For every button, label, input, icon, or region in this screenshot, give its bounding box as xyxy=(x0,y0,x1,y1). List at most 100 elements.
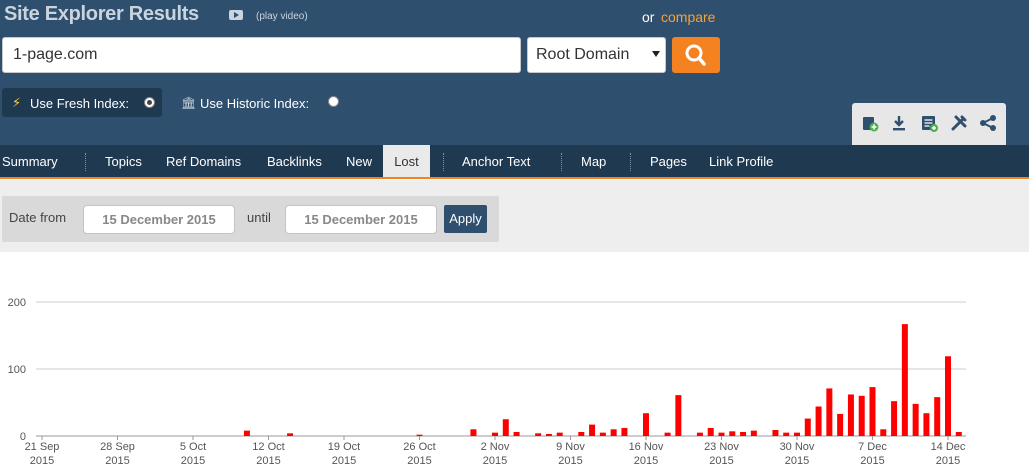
tab-new[interactable]: New xyxy=(346,145,372,177)
tools-icon[interactable] xyxy=(949,113,969,133)
scope-select[interactable]: Root Domain xyxy=(527,37,666,73)
tab-topics[interactable]: Topics xyxy=(105,145,142,177)
fresh-index-radio[interactable] xyxy=(144,97,155,108)
chart-bar[interactable] xyxy=(718,432,725,436)
tab-ref-domains[interactable]: Ref Domains xyxy=(166,145,241,177)
date-until-input[interactable]: 15 December 2015 xyxy=(285,205,437,234)
chart-bar[interactable] xyxy=(912,403,919,436)
chart-bar[interactable] xyxy=(578,431,585,436)
chart-bar[interactable] xyxy=(837,413,844,436)
tab-pages[interactable]: Pages xyxy=(650,145,687,177)
chart-bar[interactable] xyxy=(243,430,250,436)
chart-bar[interactable] xyxy=(750,430,757,436)
search-icon xyxy=(685,44,706,66)
chart-bar[interactable] xyxy=(556,432,563,436)
chart-bar[interactable] xyxy=(858,395,865,436)
until-label: until xyxy=(247,210,271,225)
chart-bar[interactable] xyxy=(815,406,822,436)
tab-backlinks[interactable]: Backlinks xyxy=(267,145,322,177)
historic-index-radio[interactable] xyxy=(328,96,339,107)
x-tick-label: 2 Nov 2015 xyxy=(481,441,510,467)
report-icon[interactable] xyxy=(919,113,939,133)
chart-bar[interactable] xyxy=(535,433,542,436)
x-tick-label: 21 Sep 2015 xyxy=(25,441,60,467)
chart-bar[interactable] xyxy=(847,394,854,436)
share-icon[interactable] xyxy=(978,113,998,133)
x-tick-label: 16 Nov 2015 xyxy=(629,441,664,467)
x-tick-label: 14 Dec 2015 xyxy=(931,441,966,467)
date-from-label: Date from xyxy=(9,210,67,225)
x-tick-label: 19 Oct 2015 xyxy=(328,441,360,467)
chart-bar[interactable] xyxy=(901,324,908,436)
y-tick-label: 100 xyxy=(8,364,26,376)
chart-bar[interactable] xyxy=(416,434,423,436)
chart-bar[interactable] xyxy=(794,432,800,436)
add-to-list-icon[interactable] xyxy=(860,113,880,133)
chart-bar[interactable] xyxy=(599,432,606,436)
download-icon[interactable] xyxy=(889,113,909,133)
chart-bar[interactable] xyxy=(470,429,477,436)
chart-bar[interactable] xyxy=(826,388,833,436)
chart-bar[interactable] xyxy=(772,429,779,436)
fresh-index-label: Use Fresh Index: xyxy=(30,96,129,111)
tab-anchor-text[interactable]: Anchor Text xyxy=(462,145,530,177)
x-tick-label: 30 Nov 2015 xyxy=(780,441,815,467)
tab-summary[interactable]: Summary xyxy=(2,145,58,177)
x-tick-label: 26 Oct 2015 xyxy=(403,441,435,467)
lightning-icon: ⚡ xyxy=(12,95,22,110)
chart-bar[interactable] xyxy=(513,431,520,436)
chart-bar[interactable] xyxy=(545,433,552,436)
page-title: Site Explorer Results xyxy=(4,3,199,25)
x-tick-label: 5 Oct 2015 xyxy=(180,441,206,467)
chart-bar[interactable] xyxy=(945,356,951,436)
scope-select-value: Root Domain xyxy=(536,46,630,63)
search-input[interactable] xyxy=(2,37,521,73)
chart-bar[interactable] xyxy=(934,397,941,436)
chart-bar[interactable] xyxy=(729,431,736,436)
x-tick-label: 7 Dec 2015 xyxy=(858,441,887,467)
fresh-index-option[interactable]: ⚡ Use Fresh Index: xyxy=(2,88,162,117)
chart-bar[interactable] xyxy=(664,432,671,436)
chart-bar[interactable] xyxy=(740,431,747,436)
compare-link[interactable]: compare xyxy=(661,9,715,25)
tab-lost[interactable]: Lost xyxy=(383,145,430,177)
header-bar: Site Explorer Results (play video) or co… xyxy=(0,0,1029,145)
chevron-down-icon xyxy=(652,51,660,57)
chart-bar[interactable] xyxy=(589,424,596,436)
chart-bar[interactable] xyxy=(783,432,790,436)
chart-bar[interactable] xyxy=(287,433,294,436)
date-from-input[interactable]: 15 December 2015 xyxy=(83,205,235,234)
x-tick-label: 23 Nov 2015 xyxy=(704,441,739,467)
search-button[interactable] xyxy=(672,37,720,73)
chart-bar[interactable] xyxy=(696,432,703,436)
apply-button[interactable]: Apply xyxy=(444,205,487,233)
chart-bar[interactable] xyxy=(621,427,628,436)
chart-bar[interactable] xyxy=(675,395,682,436)
chart-bar[interactable] xyxy=(502,419,509,436)
tab-separator xyxy=(85,153,86,171)
chart-bar[interactable] xyxy=(610,429,617,436)
chart-bar[interactable] xyxy=(492,432,498,436)
play-video-icon[interactable] xyxy=(229,10,243,20)
chart-bar[interactable] xyxy=(880,429,887,436)
chart-bar[interactable] xyxy=(891,401,898,436)
bank-icon: 🏛 xyxy=(181,96,197,110)
historic-index-label: Use Historic Index: xyxy=(200,96,310,111)
x-tick-label: 9 Nov 2015 xyxy=(556,441,585,467)
tab-link-profile[interactable]: Link Profile xyxy=(709,145,773,177)
tab-map[interactable]: Map xyxy=(581,145,606,177)
lost-backlinks-chart: 010020021 Sep 201528 Sep 20155 Oct 201512 O… xyxy=(8,297,966,467)
chart-bar[interactable] xyxy=(923,413,930,436)
chart-bar[interactable] xyxy=(643,413,649,436)
y-tick-label: 200 xyxy=(8,297,26,309)
x-tick-label: 12 Oct 2015 xyxy=(252,441,284,467)
chart-bar[interactable] xyxy=(804,418,811,436)
chart-bar[interactable] xyxy=(707,427,714,436)
chart-bar[interactable] xyxy=(869,387,876,436)
tab-separator xyxy=(630,153,631,171)
tab-separator xyxy=(561,153,562,171)
chart-bar[interactable] xyxy=(955,431,962,436)
tab-bar: Summary Topics Ref Domains Backlinks New… xyxy=(0,145,1029,179)
toolbar xyxy=(852,103,1006,145)
play-video-link[interactable]: (play video) xyxy=(256,11,308,22)
